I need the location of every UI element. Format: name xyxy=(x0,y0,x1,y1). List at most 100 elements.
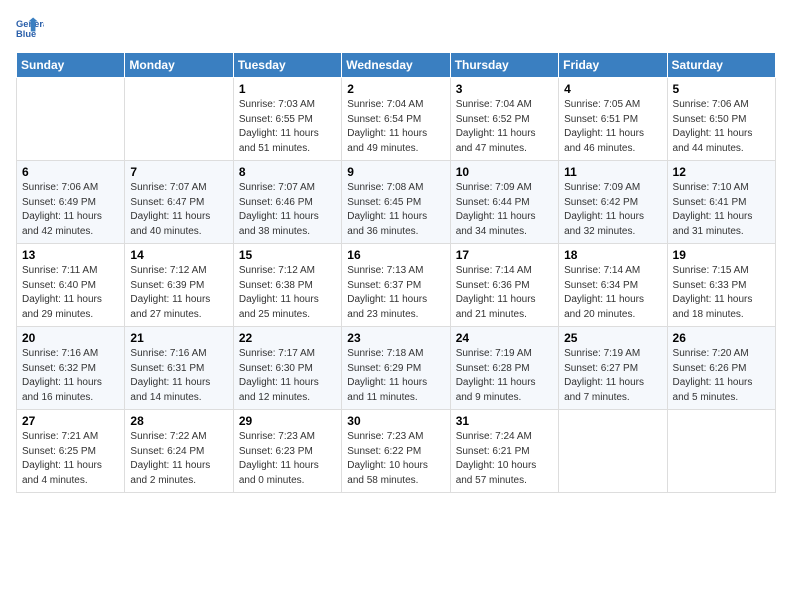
day-info: Sunrise: 7:15 AMSunset: 6:33 PMDaylight:… xyxy=(673,264,770,322)
calendar-cell: 12Sunrise: 7:10 AMSunset: 6:41 PMDayligh… xyxy=(667,161,775,244)
day-info: Sunrise: 7:07 AMSunset: 6:46 PMDaylight:… xyxy=(239,181,336,239)
day-info: Sunrise: 7:04 AMSunset: 6:52 PMDaylight:… xyxy=(456,98,553,156)
day-info: Sunrise: 7:22 AMSunset: 6:24 PMDaylight:… xyxy=(130,430,227,488)
day-number: 3 xyxy=(456,82,553,96)
day-number: 10 xyxy=(456,165,553,179)
day-number: 27 xyxy=(22,414,119,428)
day-info: Sunrise: 7:04 AMSunset: 6:54 PMDaylight:… xyxy=(347,98,444,156)
calendar-cell: 28 Sunrise: 7:22 AMSunset: 6:24 PMDayligh… xyxy=(125,410,233,493)
day-info: Sunrise: 7:13 AMSunset: 6:37 PMDaylight:… xyxy=(347,264,444,322)
day-number: 4 xyxy=(564,82,661,96)
calendar-cell: 25 Sunrise: 7:19 AMSunset: 6:27 PMDayligh… xyxy=(559,327,667,410)
calendar-cell: 10 Sunrise: 7:09 AMSunset: 6:44 PMDayligh… xyxy=(450,161,558,244)
day-info: Sunrise: 7:19 AMSunset: 6:28 PMDaylight:… xyxy=(456,347,553,405)
day-number: 8 xyxy=(239,165,336,179)
calendar-week-2: 6 Sunrise: 7:06 AMSunset: 6:49 PMDaylight… xyxy=(17,161,776,244)
day-info: Sunrise: 7:12 AMSunset: 6:38 PMDaylight:… xyxy=(239,264,336,322)
day-number: 19 xyxy=(673,248,770,262)
day-number: 26 xyxy=(673,331,770,345)
calendar-cell: 13Sunrise: 7:11 AMSunset: 6:40 PMDayligh… xyxy=(17,244,125,327)
day-number: 22 xyxy=(239,331,336,345)
calendar-cell: 29Sunrise: 7:23 AMSunset: 6:23 PMDayligh… xyxy=(233,410,341,493)
day-info: Sunrise: 7:03 AMSunset: 6:55 PMDaylight:… xyxy=(239,98,336,156)
day-info: Sunrise: 7:19 AMSunset: 6:27 PMDaylight:… xyxy=(564,347,661,405)
day-info: Sunrise: 7:05 AMSunset: 6:51 PMDaylight:… xyxy=(564,98,661,156)
calendar-table: SundayMondayTuesdayWednesdayThursdayFrid… xyxy=(16,52,776,493)
day-number: 16 xyxy=(347,248,444,262)
day-info: Sunrise: 7:07 AMSunset: 6:47 PMDaylight:… xyxy=(130,181,227,239)
weekday-header-tuesday: Tuesday xyxy=(233,53,341,78)
calendar-cell: 31 Sunrise: 7:24 AMSunset: 6:21 PMDayligh… xyxy=(450,410,558,493)
day-number: 28 xyxy=(130,414,227,428)
logo-icon: GeneralBlue xyxy=(16,16,44,44)
calendar-cell: 2 Sunrise: 7:04 AMSunset: 6:54 PMDaylight… xyxy=(342,78,450,161)
calendar-cell: 9 Sunrise: 7:08 AMSunset: 6:45 PMDaylight… xyxy=(342,161,450,244)
weekday-header-thursday: Thursday xyxy=(450,53,558,78)
day-info: Sunrise: 7:10 AMSunset: 6:41 PMDaylight:… xyxy=(673,181,770,239)
calendar-week-1: 1 Sunrise: 7:03 AMSunset: 6:55 PMDaylight… xyxy=(17,78,776,161)
day-number: 30 xyxy=(347,414,444,428)
calendar-cell: 4 Sunrise: 7:05 AMSunset: 6:51 PMDaylight… xyxy=(559,78,667,161)
day-info: Sunrise: 7:16 AMSunset: 6:31 PMDaylight:… xyxy=(130,347,227,405)
calendar-cell: 1 Sunrise: 7:03 AMSunset: 6:55 PMDaylight… xyxy=(233,78,341,161)
day-number: 24 xyxy=(456,331,553,345)
day-number: 7 xyxy=(130,165,227,179)
day-number: 31 xyxy=(456,414,553,428)
day-info: Sunrise: 7:11 AMSunset: 6:40 PMDaylight:… xyxy=(22,264,119,322)
day-info: Sunrise: 7:16 AMSunset: 6:32 PMDaylight:… xyxy=(22,347,119,405)
calendar-cell xyxy=(17,78,125,161)
weekday-header-sunday: Sunday xyxy=(17,53,125,78)
calendar-cell: 17Sunrise: 7:14 AMSunset: 6:36 PMDayligh… xyxy=(450,244,558,327)
calendar-cell: 11Sunrise: 7:09 AMSunset: 6:42 PMDayligh… xyxy=(559,161,667,244)
logo: GeneralBlue xyxy=(16,16,48,44)
day-number: 2 xyxy=(347,82,444,96)
calendar-cell: 7 Sunrise: 7:07 AMSunset: 6:47 PMDaylight… xyxy=(125,161,233,244)
calendar-cell: 22Sunrise: 7:17 AMSunset: 6:30 PMDayligh… xyxy=(233,327,341,410)
day-info: Sunrise: 7:23 AMSunset: 6:22 PMDaylight:… xyxy=(347,430,444,488)
day-number: 18 xyxy=(564,248,661,262)
day-info: Sunrise: 7:14 AMSunset: 6:34 PMDaylight:… xyxy=(564,264,661,322)
calendar-cell xyxy=(667,410,775,493)
day-info: Sunrise: 7:09 AMSunset: 6:42 PMDaylight:… xyxy=(564,181,661,239)
day-number: 1 xyxy=(239,82,336,96)
day-number: 21 xyxy=(130,331,227,345)
day-info: Sunrise: 7:20 AMSunset: 6:26 PMDaylight:… xyxy=(673,347,770,405)
calendar-cell: 14Sunrise: 7:12 AMSunset: 6:39 PMDayligh… xyxy=(125,244,233,327)
day-number: 23 xyxy=(347,331,444,345)
calendar-cell: 19 Sunrise: 7:15 AMSunset: 6:33 PMDayligh… xyxy=(667,244,775,327)
weekday-header-row: SundayMondayTuesdayWednesdayThursdayFrid… xyxy=(17,53,776,78)
calendar-cell: 3 Sunrise: 7:04 AMSunset: 6:52 PMDaylight… xyxy=(450,78,558,161)
calendar-cell: 18 Sunrise: 7:14 AMSunset: 6:34 PMDayligh… xyxy=(559,244,667,327)
weekday-header-friday: Friday xyxy=(559,53,667,78)
day-info: Sunrise: 7:24 AMSunset: 6:21 PMDaylight:… xyxy=(456,430,553,488)
calendar-week-4: 20 Sunrise: 7:16 AMSunset: 6:32 PMDayligh… xyxy=(17,327,776,410)
day-info: Sunrise: 7:08 AMSunset: 6:45 PMDaylight:… xyxy=(347,181,444,239)
calendar-cell: 6 Sunrise: 7:06 AMSunset: 6:49 PMDaylight… xyxy=(17,161,125,244)
weekday-header-saturday: Saturday xyxy=(667,53,775,78)
calendar-cell: 21 Sunrise: 7:16 AMSunset: 6:31 PMDayligh… xyxy=(125,327,233,410)
calendar-cell xyxy=(125,78,233,161)
calendar-cell xyxy=(559,410,667,493)
calendar-week-3: 13Sunrise: 7:11 AMSunset: 6:40 PMDayligh… xyxy=(17,244,776,327)
day-info: Sunrise: 7:09 AMSunset: 6:44 PMDaylight:… xyxy=(456,181,553,239)
calendar-cell: 23 Sunrise: 7:18 AMSunset: 6:29 PMDayligh… xyxy=(342,327,450,410)
calendar-cell: 15Sunrise: 7:12 AMSunset: 6:38 PMDayligh… xyxy=(233,244,341,327)
calendar-cell: 26 Sunrise: 7:20 AMSunset: 6:26 PMDayligh… xyxy=(667,327,775,410)
day-number: 6 xyxy=(22,165,119,179)
day-info: Sunrise: 7:06 AMSunset: 6:49 PMDaylight:… xyxy=(22,181,119,239)
day-number: 9 xyxy=(347,165,444,179)
weekday-header-wednesday: Wednesday xyxy=(342,53,450,78)
calendar-cell: 20 Sunrise: 7:16 AMSunset: 6:32 PMDayligh… xyxy=(17,327,125,410)
day-info: Sunrise: 7:18 AMSunset: 6:29 PMDaylight:… xyxy=(347,347,444,405)
day-number: 5 xyxy=(673,82,770,96)
day-number: 14 xyxy=(130,248,227,262)
weekday-header-monday: Monday xyxy=(125,53,233,78)
calendar-cell: 8 Sunrise: 7:07 AMSunset: 6:46 PMDaylight… xyxy=(233,161,341,244)
calendar-cell: 27Sunrise: 7:21 AMSunset: 6:25 PMDayligh… xyxy=(17,410,125,493)
day-number: 20 xyxy=(22,331,119,345)
page-header: GeneralBlue xyxy=(16,16,776,44)
calendar-cell: 5Sunrise: 7:06 AMSunset: 6:50 PMDaylight… xyxy=(667,78,775,161)
day-number: 29 xyxy=(239,414,336,428)
calendar-cell: 16 Sunrise: 7:13 AMSunset: 6:37 PMDayligh… xyxy=(342,244,450,327)
day-number: 25 xyxy=(564,331,661,345)
